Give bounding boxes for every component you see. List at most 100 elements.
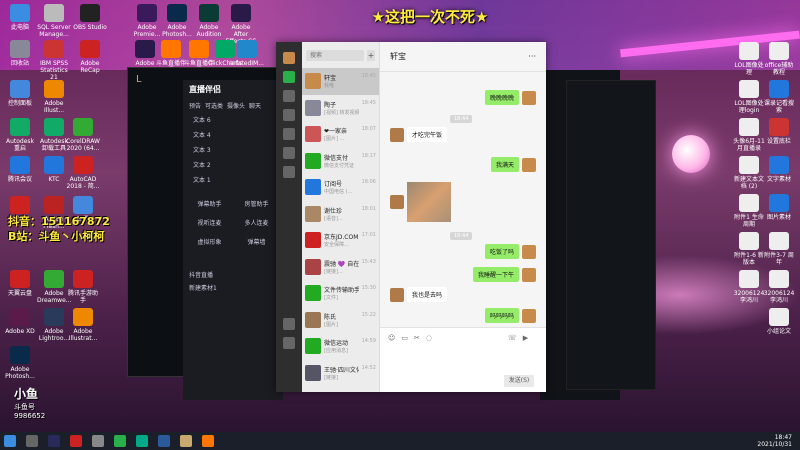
companion-tool[interactable]: 房管助手: [236, 197, 277, 210]
desktop-icon[interactable]: Adobe ReCap: [73, 40, 107, 74]
desktop-icon[interactable]: 新建文本文档 (2): [732, 156, 766, 190]
companion-tab[interactable]: 聊天: [249, 101, 261, 110]
folder-icon[interactable]: ▭: [401, 334, 408, 342]
phone-icon[interactable]: [283, 318, 295, 330]
desktop-icon[interactable]: SQL Server Manage...: [37, 4, 71, 38]
desktop-icon[interactable]: 文字素材: [762, 156, 796, 183]
moments-icon[interactable]: [283, 147, 295, 159]
clock[interactable]: 18:47 2021/10/31: [757, 434, 792, 448]
companion-tab[interactable]: 可选类: [205, 101, 223, 110]
companion-item[interactable]: 文本 4: [183, 127, 283, 142]
contacts-icon[interactable]: [283, 90, 295, 102]
desktop-icon[interactable]: Adobe Illust...: [37, 80, 71, 114]
desktop-icon[interactable]: 控制面板: [3, 80, 37, 107]
mini-program-icon[interactable]: [283, 166, 295, 178]
chat-list-item[interactable]: 震驰 💜 自在云麟商贸...[链接]... 15:43: [302, 254, 379, 281]
chat-list-item[interactable]: 京东JD.COM 安全保障... 17:01: [302, 227, 379, 254]
desktop-icon[interactable]: 图片素材: [762, 194, 796, 221]
chat-bubble-icon[interactable]: ◌: [426, 334, 432, 342]
app-icon[interactable]: [70, 435, 82, 447]
desktop-icon[interactable]: 此电脑: [3, 4, 37, 31]
companion-tab[interactable]: 摄像头: [227, 101, 245, 110]
desktop-icon[interactable]: office辅助教程: [762, 42, 796, 76]
their-bubble[interactable]: 才吃完午饭: [407, 127, 448, 142]
companion-tab[interactable]: 预告: [189, 101, 201, 110]
companion-item[interactable]: 文本 6: [183, 112, 283, 127]
menu-icon[interactable]: [283, 337, 295, 349]
favorites-icon[interactable]: [283, 109, 295, 121]
desktop-icon[interactable]: Adobe Photosh...: [3, 346, 37, 380]
desktop-icon[interactable]: 课录记看搜索: [762, 80, 796, 114]
scissors-icon[interactable]: ✂: [414, 334, 420, 342]
desktop-icon[interactable]: AutoCAD 2018 - 简...: [66, 156, 100, 190]
desktop-icon[interactable]: Adobe Audition: [192, 4, 226, 38]
desktop-icon[interactable]: 天翼云盘: [3, 270, 37, 297]
my-bubble[interactable]: 吃饭了吗: [484, 244, 519, 259]
desktop-icon[interactable]: LOL图像处理login: [732, 80, 766, 114]
chat-list-item[interactable]: 陶子[视频] 转发视频...18:45: [302, 95, 379, 122]
app-icon[interactable]: [92, 435, 104, 447]
chat-list-item[interactable]: 陈氏 [图片] 15:22: [302, 307, 379, 334]
chat-icon[interactable]: [283, 71, 295, 83]
start-icon[interactable]: [4, 435, 16, 447]
desktop-icon[interactable]: Adobe Premie...: [130, 4, 164, 38]
companion-tool[interactable]: 弹幕助手: [189, 197, 230, 210]
my-bubble[interactable]: 吗吗吗吗: [484, 308, 519, 323]
chat-list-item[interactable]: 谢仕珍 [语音]... 18:01: [302, 201, 379, 228]
search-input[interactable]: [306, 50, 364, 61]
video-call-icon[interactable]: ▶: [523, 334, 528, 342]
emoji-icon[interactable]: ☺: [388, 334, 395, 342]
desktop-icon[interactable]: 附件1-6 新版本: [732, 232, 766, 266]
companion-item[interactable]: 文本 3: [183, 142, 283, 157]
desktop-icon[interactable]: CorelDRAW 2020 (64...: [66, 118, 100, 152]
companion-tool[interactable]: 视听连麦: [189, 216, 230, 229]
chat-list-item[interactable]: 微信运动 [应用消息] 14:59: [302, 333, 379, 360]
desktop-icon[interactable]: Adobe After Effects CC: [224, 4, 258, 45]
desktop-icon[interactable]: OBS Studio: [73, 4, 107, 31]
desktop-icon[interactable]: 32006124 李鸿川: [762, 270, 796, 304]
app-icon[interactable]: [48, 435, 60, 447]
obs-window[interactable]: [566, 80, 656, 390]
companion-tool[interactable]: 弹幕墙: [236, 235, 277, 248]
more-button[interactable]: ···: [528, 52, 536, 61]
desktop-icon[interactable]: 头像6月-11月直播录: [732, 118, 766, 152]
send-button[interactable]: 发送(S): [504, 375, 534, 387]
companion-item[interactable]: 文本 1: [183, 172, 283, 187]
user-avatar[interactable]: [283, 52, 295, 64]
files-icon[interactable]: [283, 128, 295, 140]
desktop-icon[interactable]: Adobe Photosh...: [160, 4, 194, 38]
streamer-companion-window[interactable]: 直播伴侣 预告 可选类 摄像头 聊天 文本 6 文本 4 文本 3 文本 2 文本 1 弹幕助…: [183, 80, 283, 400]
chat-list-item[interactable]: 轩宝 我哦 18:45: [302, 68, 379, 95]
desktop-icon[interactable]: Adobe XD: [3, 308, 37, 335]
desktop-icon[interactable]: InfatedIM...: [230, 40, 264, 67]
chat-list-item[interactable]: 微信支付 微信支付凭证 18:17: [302, 148, 379, 175]
chat-list-item[interactable]: 订阅号 中国电信 (... 18:06: [302, 174, 379, 201]
desktop-icon[interactable]: 腾讯会议: [3, 156, 37, 183]
desktop-icon[interactable]: 附件3-7 周年: [762, 232, 796, 266]
my-bubble[interactable]: 我睡醒一下午: [472, 267, 519, 282]
desktop-icon[interactable]: 腾讯手游助手: [66, 270, 100, 304]
their-bubble[interactable]: 我也是去吗: [407, 287, 448, 302]
app-icon[interactable]: [136, 435, 148, 447]
app-icon[interactable]: [202, 435, 214, 447]
desktop-icon[interactable]: IBM SPSS Statistics 21: [37, 40, 71, 81]
app-icon[interactable]: [158, 435, 170, 447]
search-icon[interactable]: [26, 435, 38, 447]
desktop-icon[interactable]: 小组论文: [762, 308, 796, 335]
my-bubble[interactable]: 晚晚晚晚: [484, 90, 519, 105]
chat-list-item[interactable]: 王驰·四川文化艺术学院[链接] 14:52: [302, 360, 379, 387]
phone-call-icon[interactable]: ☏: [508, 334, 517, 342]
companion-tool[interactable]: 虚拟形象: [189, 235, 230, 248]
my-bubble[interactable]: 我满天: [490, 157, 519, 172]
companion-item[interactable]: 文本 2: [183, 157, 283, 172]
desktop-icon[interactable]: 设置底栏: [762, 118, 796, 145]
chat-list-item[interactable]: 文件传输助手 [文件] 15:30: [302, 280, 379, 307]
photo-cat[interactable]: [407, 182, 451, 222]
chat-list-item[interactable]: ❤一家亲 [图片] ... 18:07: [302, 121, 379, 148]
wechat-window[interactable]: + 轩宝我哦18:45陶子[视频] 转发视频...18:45❤一家亲[图片] .…: [276, 42, 546, 392]
add-button[interactable]: +: [367, 50, 375, 61]
lol-taskbar-icon[interactable]: [180, 435, 192, 447]
desktop-icon[interactable]: 回收站: [3, 40, 37, 67]
companion-tool[interactable]: 多人连麦: [236, 216, 277, 229]
desktop-icon[interactable]: LOL图像处理: [732, 42, 766, 76]
